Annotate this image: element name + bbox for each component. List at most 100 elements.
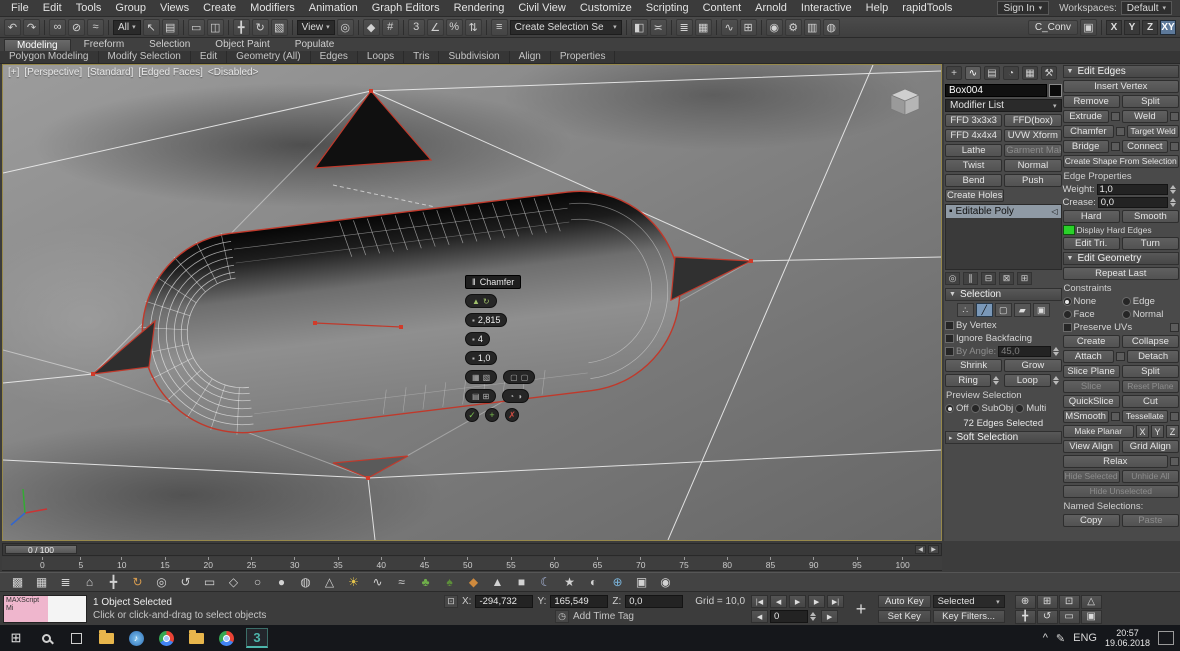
selection-set-combobox[interactable]: Create Selection Se ▾: [510, 20, 622, 35]
bridge-settings-button[interactable]: [1111, 142, 1120, 151]
hierarchy-panel-tab-icon[interactable]: ▤: [984, 66, 1000, 80]
menu-group[interactable]: Group: [108, 1, 153, 15]
media-player-button[interactable]: ♪: [122, 626, 150, 650]
relax-button[interactable]: Relax: [1063, 455, 1169, 468]
menu-modifiers[interactable]: Modifiers: [243, 1, 302, 15]
remove-button[interactable]: Remove: [1063, 95, 1120, 108]
orbit-icon[interactable]: ↺: [1037, 610, 1058, 624]
menu-civil-view[interactable]: Civil View: [511, 1, 572, 15]
shrink-button[interactable]: Shrink: [945, 359, 1002, 372]
create-shape-button[interactable]: Create Shape From Selection: [1063, 155, 1180, 168]
menu-rapidtools[interactable]: rapidTools: [895, 1, 959, 15]
material-editor-icon[interactable]: ◉: [766, 19, 783, 36]
ribbon-panel-modify-selection[interactable]: Modify Selection: [99, 51, 191, 63]
zoom-all-icon[interactable]: ⊞: [1037, 595, 1058, 609]
create-panel-tab-icon[interactable]: +: [946, 66, 962, 80]
selection-filter-dropdown[interactable]: All ▾: [113, 20, 141, 35]
large-crosshair-icon[interactable]: +: [850, 599, 872, 620]
ribbon-tab-object-paint[interactable]: Object Paint: [203, 39, 281, 51]
caddy-smooth-icon-b[interactable]: ⊞: [483, 392, 490, 401]
frame-back-button[interactable]: ◀: [751, 610, 768, 623]
ribbon-panel-tris[interactable]: Tris: [404, 51, 439, 63]
window-crossing-icon[interactable]: ◫: [207, 19, 224, 36]
ribbon-tab-selection[interactable]: Selection: [137, 39, 202, 51]
menu-rendering[interactable]: Rendering: [447, 1, 512, 15]
modifier-button-lathe[interactable]: Lathe: [945, 144, 1002, 157]
menu-views[interactable]: Views: [153, 1, 196, 15]
preview-off-radio[interactable]: [945, 404, 954, 413]
redo-icon[interactable]: ↷: [23, 19, 40, 36]
grid-align-button[interactable]: Grid Align: [1122, 440, 1179, 453]
maxscript-label[interactable]: MAXScript Mi: [4, 596, 48, 622]
caddy-uv-icon-b[interactable]: ◑: [517, 392, 522, 401]
language-indicator[interactable]: ENG: [1073, 632, 1097, 644]
caddy-amount-field[interactable]: ▪ 2,815: [465, 313, 507, 327]
z-coordinate-field[interactable]: 0,0: [625, 595, 683, 608]
named-selection-sets-icon[interactable]: ≡: [491, 19, 508, 36]
ignore-backfacing-checkbox[interactable]: [945, 334, 954, 343]
unlink-selection-icon[interactable]: ⊘: [68, 19, 85, 36]
motion-panel-tab-icon[interactable]: ◔: [1003, 66, 1019, 80]
preserve-uvs-checkbox[interactable]: [1063, 323, 1072, 332]
transform-lock-icon[interactable]: ⊡: [444, 595, 458, 608]
align-icon[interactable]: ≍: [650, 19, 667, 36]
subobject-vertex-icon[interactable]: ∴: [957, 303, 974, 317]
caddy-type-icon-b[interactable]: ▧: [483, 373, 491, 382]
attach-button[interactable]: Attach: [1063, 350, 1115, 363]
attach-settings-button[interactable]: [1116, 352, 1125, 361]
menu-create[interactable]: Create: [196, 1, 243, 15]
quickslice-button[interactable]: QuickSlice: [1063, 395, 1120, 408]
make-unique-icon[interactable]: ⊟: [981, 272, 996, 285]
set-key-button[interactable]: Set Key: [878, 610, 931, 623]
caddy-uv-icon-a[interactable]: ◔: [509, 392, 514, 401]
y-coordinate-field[interactable]: 165,549: [550, 595, 608, 608]
shelf-icon[interactable]: ◍: [298, 575, 313, 590]
caddy-segments-field[interactable]: ▪ 4: [465, 332, 490, 346]
home-grid-icon[interactable]: [891, 89, 919, 115]
shelf-icon[interactable]: ◐: [586, 575, 601, 590]
modifier-button-create-holes[interactable]: Create Holes: [945, 189, 1004, 202]
select-and-move-icon[interactable]: ╋: [233, 19, 250, 36]
ribbon-panel-align[interactable]: Align: [510, 51, 551, 63]
by-angle-spinner[interactable]: [1053, 347, 1062, 356]
task-view-button[interactable]: [62, 626, 90, 650]
caddy-mode-toggle[interactable]: ▲ ↻: [465, 294, 497, 308]
hard-button[interactable]: Hard: [1063, 210, 1120, 223]
caddy-tension-field[interactable]: ▪ 1,0: [465, 351, 497, 365]
caddy-apply-button[interactable]: +: [485, 408, 499, 422]
mirror-icon[interactable]: ◧: [631, 19, 648, 36]
connect-button[interactable]: Connect: [1122, 140, 1168, 153]
menu-tools[interactable]: Tools: [69, 1, 109, 15]
caddy-pin-icon[interactable]: ▲: [472, 297, 480, 306]
chrome-button[interactable]: [152, 626, 180, 650]
snaps-toggle-icon[interactable]: 3: [408, 19, 425, 36]
menu-edit[interactable]: Edit: [36, 1, 69, 15]
modifier-button-twist[interactable]: Twist: [945, 159, 1002, 172]
caddy-amount-value[interactable]: 2,815: [478, 315, 501, 325]
shelf-icon[interactable]: ≣: [58, 575, 73, 590]
shelf-icon[interactable]: ◇: [226, 575, 241, 590]
turn-button[interactable]: Turn: [1122, 237, 1179, 250]
rollout-soft-selection-header[interactable]: ▸ Soft Selection: [945, 431, 1062, 444]
chamfer-button[interactable]: Chamfer: [1063, 125, 1115, 138]
menu-file[interactable]: File: [4, 1, 36, 15]
shelf-icon[interactable]: ◆: [466, 575, 481, 590]
schematic-view-icon[interactable]: ⊞: [740, 19, 757, 36]
render-production-icon[interactable]: ◍: [823, 19, 840, 36]
smooth-button[interactable]: Smooth: [1122, 210, 1179, 223]
modifier-button-uvw-xform[interactable]: UVW Xform: [1004, 129, 1061, 142]
copy-named-selection-button[interactable]: Copy: [1063, 514, 1120, 527]
caddy-open-toggle[interactable]: ▢ ▢: [503, 370, 535, 384]
cut-button[interactable]: Cut: [1122, 395, 1179, 408]
named-selection-set-button[interactable]: C_Conv: [1028, 20, 1078, 35]
menu-help[interactable]: Help: [859, 1, 896, 15]
modifier-button-push[interactable]: Push: [1004, 174, 1061, 187]
axis-constraint-xy-button[interactable]: XY: [1160, 20, 1176, 35]
axis-constraint-z-button[interactable]: Z: [1142, 20, 1158, 35]
caddy-cancel-button[interactable]: ✗: [505, 408, 519, 422]
curve-editor-icon[interactable]: ∿: [721, 19, 738, 36]
repeat-last-button[interactable]: Repeat Last: [1063, 267, 1180, 280]
constraint-edge-radio[interactable]: [1122, 297, 1131, 306]
object-color-swatch[interactable]: [1049, 84, 1062, 97]
weight-field[interactable]: 1,0: [1097, 184, 1168, 195]
